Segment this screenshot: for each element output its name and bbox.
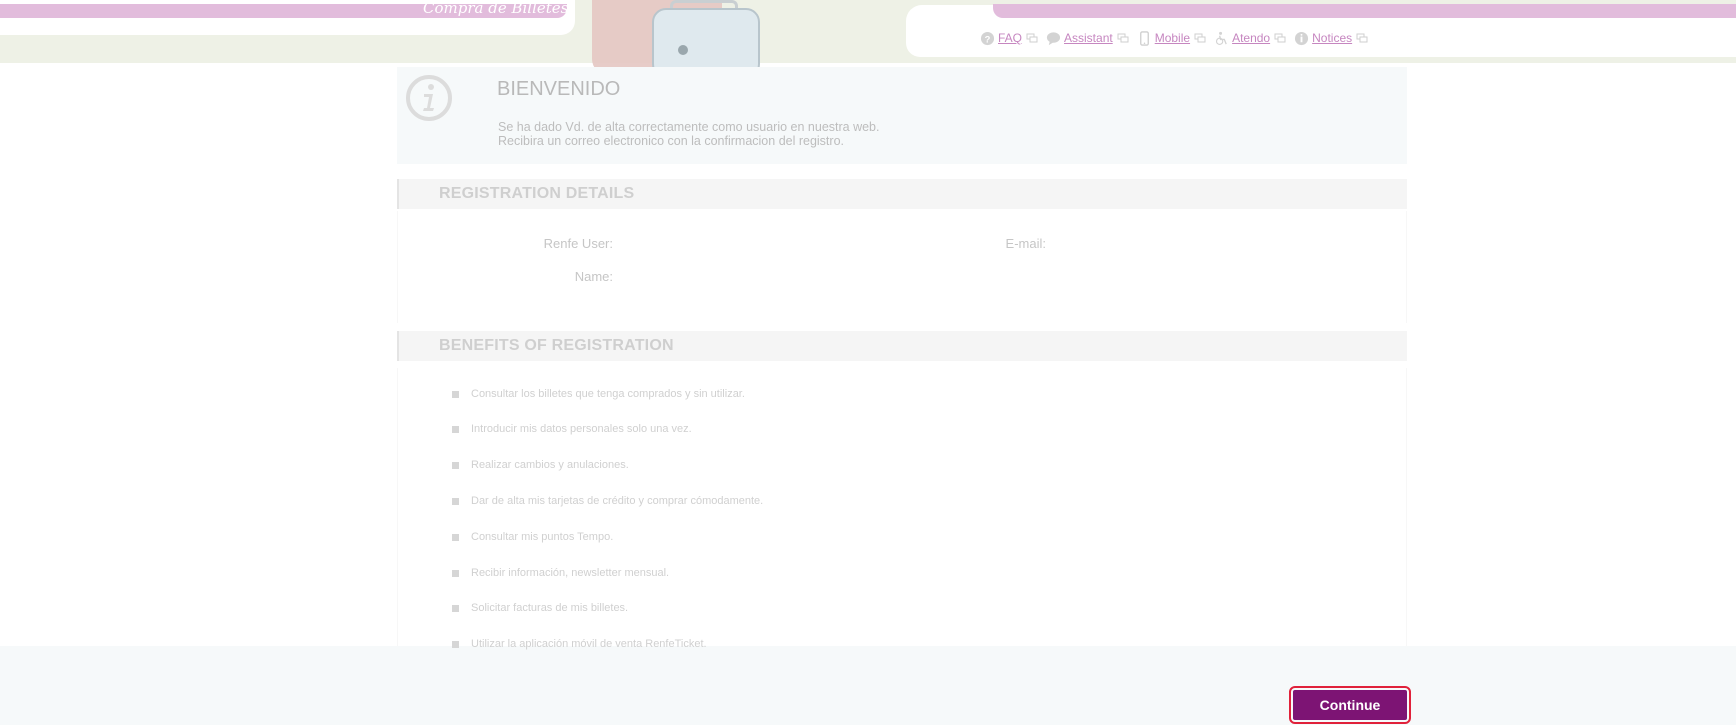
benefit-item: Consultar los billetes que tenga comprad… <box>452 387 745 401</box>
external-window-icon <box>1194 33 1206 43</box>
bullet-square-icon <box>452 604 459 612</box>
email-label: E-mail: <box>1005 236 1046 251</box>
benefit-text: Realizar cambios y anulaciones. <box>471 459 629 471</box>
bullet-square-icon <box>452 390 459 398</box>
external-window-icon <box>1356 33 1368 43</box>
external-window-icon <box>1274 33 1286 43</box>
benefit-text: Introducir mis datos personales solo una… <box>471 423 692 435</box>
bullet-square-icon <box>452 497 459 505</box>
benefit-text: Recibir información, newsletter mensual. <box>471 567 670 579</box>
header-slogan: Compra de Billetes <box>423 0 569 17</box>
top-navigation: ? FAQ Assistant Mobile Atendo Notices <box>980 29 1376 47</box>
benefits-title: BENEFITS OF REGISTRATION <box>439 337 674 354</box>
benefit-item: Introducir mis datos personales solo una… <box>452 422 692 436</box>
nav-link-assistant[interactable]: Assistant <box>1064 31 1113 45</box>
continue-button[interactable]: Continue <box>1293 690 1407 720</box>
nav-item-mobile[interactable]: Mobile <box>1137 30 1206 46</box>
page: Compra de Billetes ? FAQ Assistant Mobil… <box>0 0 1736 725</box>
registration-details-body: Renfe User: E-mail: Name: <box>397 211 1407 323</box>
nav-link-atendo[interactable]: Atendo <box>1232 31 1270 45</box>
external-window-icon <box>1026 33 1038 43</box>
header-pink-strip-right <box>993 4 1736 18</box>
luggage-lock <box>678 45 688 55</box>
benefit-item: Consultar mis puntos Tempo. <box>452 530 613 544</box>
renfe-user-label: Renfe User: <box>543 236 613 251</box>
benefit-text: Utilizar la aplicación móvil de venta Re… <box>471 638 707 650</box>
continue-button-focus-ring: Continue <box>1289 686 1411 724</box>
benefit-text: Dar de alta mis tarjetas de crédito y co… <box>471 495 764 507</box>
bullet-square-icon <box>452 569 459 577</box>
site-header: Compra de Billetes ? FAQ Assistant Mobil… <box>0 0 1736 78</box>
nav-link-notices[interactable]: Notices <box>1312 31 1352 45</box>
footer-bar <box>0 646 1736 725</box>
chat-bubble-icon <box>1046 31 1061 45</box>
nav-item-faq[interactable]: ? FAQ <box>980 31 1038 46</box>
bullet-square-icon <box>452 425 459 433</box>
name-label: Name: <box>574 269 613 284</box>
nav-item-atendo[interactable]: Atendo <box>1214 31 1286 46</box>
info-icon <box>406 75 452 121</box>
nav-link-mobile[interactable]: Mobile <box>1155 31 1190 45</box>
benefit-text: Solicitar facturas de mis billetes. <box>471 602 629 614</box>
benefit-item: Utilizar la aplicación móvil de venta Re… <box>452 637 707 651</box>
question-icon: ? <box>980 31 995 45</box>
nav-link-faq[interactable]: FAQ <box>998 31 1022 45</box>
welcome-message-line-2: Recibira un correo electronico con la co… <box>498 134 844 148</box>
benefit-item: Realizar cambios y anulaciones. <box>452 458 629 472</box>
mobile-phone-icon <box>1139 30 1149 46</box>
welcome-message-line-1: Se ha dado Vd. de alta correctamente com… <box>498 120 880 134</box>
bullet-square-icon <box>452 640 459 648</box>
nav-item-assistant[interactable]: Assistant <box>1046 31 1129 46</box>
benefit-item: Solicitar facturas de mis billetes. <box>452 601 628 615</box>
bullet-square-icon <box>452 461 459 469</box>
bullet-square-icon <box>452 533 459 541</box>
nav-item-notices[interactable]: Notices <box>1294 31 1368 46</box>
benefits-header: BENEFITS OF REGISTRATION <box>397 331 1407 361</box>
accessibility-icon <box>1216 31 1227 45</box>
external-window-icon <box>1117 33 1129 43</box>
info-circle-icon <box>1295 31 1309 45</box>
welcome-title: BIENVENIDO <box>497 78 621 100</box>
benefit-item: Dar de alta mis tarjetas de crédito y co… <box>452 494 763 508</box>
svg-text:?: ? <box>985 34 991 44</box>
benefit-item: Recibir información, newsletter mensual. <box>452 566 669 580</box>
registration-details-header: REGISTRATION DETAILS <box>397 179 1407 209</box>
benefit-text: Consultar mis puntos Tempo. <box>471 531 614 543</box>
registration-details-title: REGISTRATION DETAILS <box>439 185 635 202</box>
benefit-text: Consultar los billetes que tenga comprad… <box>471 388 745 400</box>
